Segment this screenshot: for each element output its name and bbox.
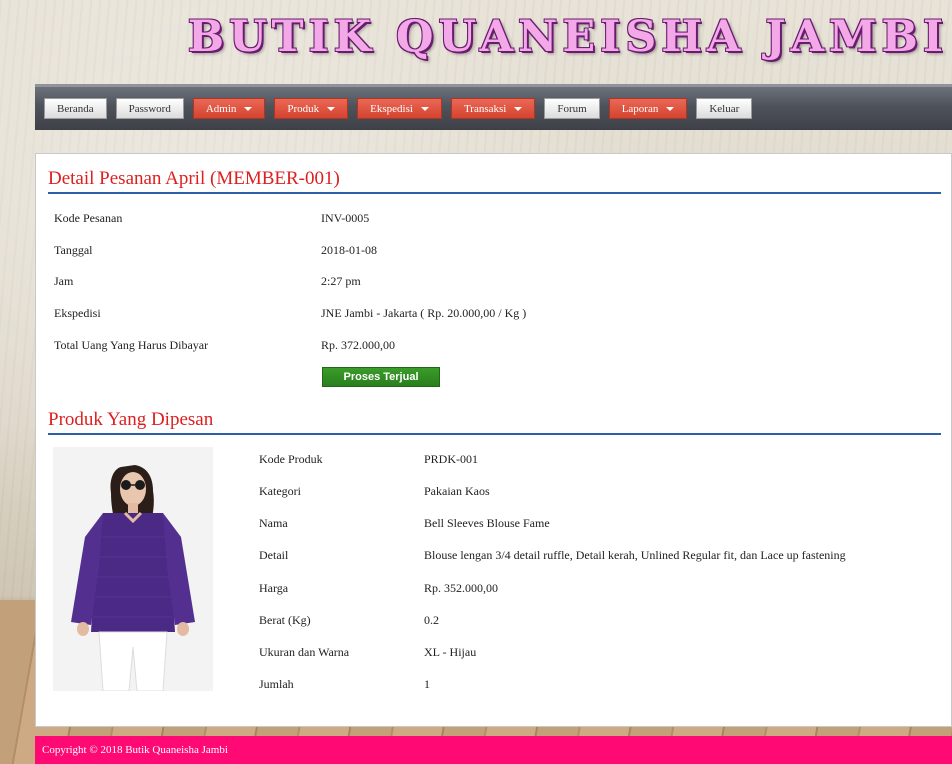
chevron-down-icon (327, 106, 336, 111)
product-field-value: 1 (424, 677, 430, 691)
nav-admin[interactable]: Admin (192, 98, 266, 119)
product-field-label: Nama (259, 516, 288, 530)
nav-forum[interactable]: Forum (544, 98, 600, 119)
footer: Copyright © 2018 Butik Quaneisha Jambi (35, 736, 952, 764)
product-field-label: Kode Produk (259, 452, 323, 466)
nav-label: Beranda (57, 102, 94, 115)
field-value: 2:27 pm (321, 274, 361, 288)
products-title: Produk Yang Dipesan (48, 409, 214, 430)
nav-label: Keluar (709, 102, 740, 115)
copyright-text: Copyright © 2018 Butik Quaneisha Jambi (42, 744, 228, 756)
product-field-label: Jumlah (259, 677, 294, 691)
chevron-down-icon (244, 106, 253, 111)
field-value: Rp. 372.000,00 (321, 338, 396, 352)
field-value: INV-0005 (321, 211, 370, 225)
nav-label: Transaksi (463, 102, 507, 115)
product-field-label: Kategori (259, 484, 301, 498)
product-field-value: PRDK-001 (424, 452, 479, 466)
chevron-down-icon (666, 106, 675, 111)
chevron-down-icon (514, 106, 523, 111)
content-panel: Detail Pesanan April (MEMBER-001) Kode P… (35, 153, 952, 727)
product-field-label: Detail (259, 548, 289, 562)
product-field-label: Harga (259, 581, 289, 595)
field-label: Jam (54, 274, 74, 288)
nav-ekspedisi[interactable]: Ekspedisi (357, 98, 442, 119)
field-value: 2018-01-08 (321, 243, 377, 257)
nav-password[interactable]: Password (115, 98, 184, 119)
field-label: Kode Pesanan (54, 211, 123, 225)
nav-label: Produk (287, 102, 320, 115)
nav-label: Password (128, 102, 171, 115)
product-field-value: Rp. 352.000,00 (424, 581, 499, 595)
nav-laporan[interactable]: Laporan (608, 98, 688, 119)
product-field-value: Bell Sleeves Blouse Fame (424, 516, 550, 530)
nav-label: Ekspedisi (370, 102, 413, 115)
site-title: BUTIK QUANEISHA JAMBI (187, 12, 948, 62)
product-photo-illustration (53, 447, 213, 691)
field-label: Ekspedisi (54, 306, 101, 320)
nav-label: Laporan (621, 102, 659, 115)
field-value: JNE Jambi - Jakarta ( Rp. 20.000,00 / Kg… (321, 306, 527, 320)
section-divider (48, 433, 941, 435)
nav-produk[interactable]: Produk (274, 98, 349, 119)
nav-label: Admin (205, 102, 237, 115)
product-image (53, 447, 213, 691)
nav-keluar[interactable]: Keluar (696, 98, 753, 119)
section-divider (48, 192, 941, 194)
order-title: Detail Pesanan April (MEMBER-001) (48, 168, 340, 189)
product-field-value: 0.2 (424, 613, 439, 627)
field-label: Tanggal (54, 243, 93, 257)
product-field-label: Berat (Kg) (259, 613, 311, 627)
product-field-label: Ukuran dan Warna (259, 645, 350, 659)
nav-beranda[interactable]: Beranda (44, 98, 107, 119)
product-field-value: Blouse lengan 3/4 detail ruffle, Detail … (424, 548, 846, 562)
main-nav: Beranda Password Admin Produk Ekspedisi … (35, 84, 952, 130)
product-field-value: XL - Hijau (424, 645, 477, 659)
product-field-value: Pakaian Kaos (424, 484, 490, 498)
nav-transaksi[interactable]: Transaksi (450, 98, 536, 119)
nav-label: Forum (557, 102, 587, 115)
chevron-down-icon (420, 106, 429, 111)
field-label: Total Uang Yang Harus Dibayar (54, 338, 209, 352)
proses-terjual-button[interactable]: Proses Terjual (322, 367, 440, 387)
